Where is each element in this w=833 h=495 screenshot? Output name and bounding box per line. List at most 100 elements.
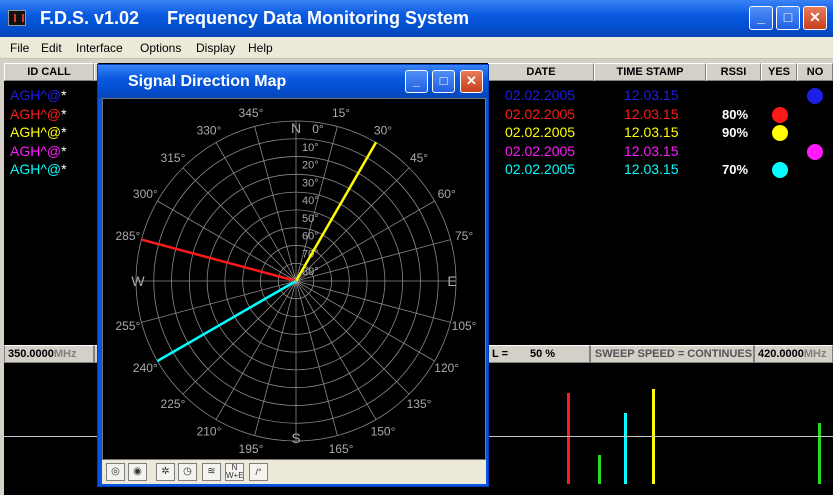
window-title: Frequency Data Monitoring System — [167, 8, 470, 28]
status-dot — [772, 125, 788, 141]
freq-end-unit: MHz — [803, 348, 827, 360]
spectrum-bar — [598, 455, 601, 484]
clock-icon[interactable]: ◷ — [178, 463, 197, 481]
close-button[interactable]: ✕ — [803, 6, 827, 30]
id-call-suffix: * — [61, 142, 67, 159]
row-rssi: 80% — [722, 106, 749, 122]
level-value: 50 % — [530, 348, 556, 360]
spoke-line — [254, 126, 297, 282]
spectrum-bar — [818, 423, 821, 484]
row-rssi: 90% — [722, 125, 749, 140]
sweep-speed[interactable]: SWEEP SPEED = CONTINUES — [590, 345, 754, 363]
id-call-text: AGH^@ — [10, 87, 62, 103]
popup-close-button[interactable]: ✕ — [460, 70, 483, 93]
angle-label: 330° — [197, 123, 222, 137]
polar-map-area[interactable]: 10°20°30°40°50°60°70°80°0°15°30°45°60°75… — [102, 98, 486, 460]
level-field: L = 50 % — [488, 345, 590, 363]
popup-maximize-button[interactable]: □ — [432, 70, 455, 93]
angle-label: 255° — [116, 319, 141, 333]
spoke-line — [254, 280, 297, 436]
ring-label: 10° — [302, 142, 319, 154]
popup-minimize-button[interactable]: _ — [405, 70, 428, 93]
id-call-text: AGH^@ — [10, 105, 62, 122]
freq-start-unit: MHz — [53, 348, 77, 360]
row-time: 12.03.15 — [624, 124, 679, 140]
main-title-bar[interactable]: F.D.S. v1.02 Frequency Data Monitoring S… — [0, 0, 833, 37]
angle-label: 300° — [133, 187, 158, 201]
compass-letter: N — [291, 120, 301, 136]
col-header-rssi[interactable]: RSSI — [706, 63, 761, 81]
angle-label: 285° — [116, 229, 141, 243]
target-icon[interactable]: ◎ — [106, 463, 125, 481]
col-header-yes[interactable]: YES — [761, 63, 797, 81]
id-call-text: AGH^@ — [10, 124, 62, 140]
menu-file[interactable]: File — [10, 41, 29, 55]
freq-start-value: 350.0000 — [8, 348, 54, 360]
angle-label: 135° — [407, 397, 432, 411]
angle-label: 15° — [332, 106, 350, 120]
row-time: 12.03.15 — [624, 142, 679, 159]
col-header-id-call[interactable]: ID CALL — [4, 63, 94, 81]
menu-help[interactable]: Help — [248, 41, 273, 55]
row-id-call: AGH^@* — [10, 124, 67, 140]
row-id-call: AGH^@* — [10, 106, 67, 122]
maximize-button[interactable]: □ — [776, 6, 800, 30]
angle-label: 345° — [239, 106, 264, 120]
spoke-line — [295, 280, 451, 323]
ring-label: 60° — [302, 231, 319, 243]
menu-display[interactable]: Display — [196, 41, 235, 55]
row-id-call: AGH^@* — [10, 87, 67, 103]
angle-label: 165° — [329, 442, 354, 456]
menu-options[interactable]: Options — [140, 41, 181, 55]
row-date: 02.02.2005 — [505, 161, 576, 177]
angle-label: 0° — [312, 122, 324, 136]
degree-icon[interactable]: /° — [249, 463, 268, 481]
nwse-icon[interactable]: N W+E — [225, 463, 244, 481]
row-date: 02.02.2005 — [505, 142, 576, 159]
menu-interface[interactable]: Interface — [76, 41, 123, 55]
spoke-line — [295, 280, 338, 436]
spoke-line — [182, 167, 297, 282]
polar-chart[interactable]: 10°20°30°40°50°60°70°80°0°15°30°45°60°75… — [103, 99, 485, 459]
spoke-line — [141, 280, 297, 323]
spoke-line — [295, 239, 451, 282]
angle-label: 195° — [239, 442, 264, 456]
compass-letter: S — [291, 430, 300, 446]
status-dot — [772, 106, 788, 123]
col-header-date[interactable]: DATE — [488, 63, 594, 81]
spectrum-bar — [567, 393, 570, 484]
angle-label: 60° — [438, 187, 456, 201]
angle-label: 105° — [452, 319, 477, 333]
bearing-line — [141, 238, 297, 283]
compass-icon[interactable]: ✲ — [156, 463, 175, 481]
angle-label: 120° — [434, 361, 459, 375]
compass-letter: E — [447, 273, 456, 289]
col-header-no[interactable]: NO — [797, 63, 833, 81]
id-call-suffix: * — [61, 105, 67, 122]
id-call-suffix: * — [61, 124, 67, 140]
row-date: 02.02.2005 — [505, 105, 576, 122]
row-time: 12.03.15 — [624, 161, 679, 177]
status-dot — [807, 88, 823, 104]
freq-end-field[interactable]: 420.0000MHz — [754, 345, 833, 363]
row-rssi: 70% — [722, 162, 749, 177]
menu-bar: File Edit Interface Options Display Help — [0, 37, 833, 59]
freq-start-field[interactable]: 350.0000MHz — [4, 345, 94, 363]
radar-icon[interactable]: ◉ — [128, 463, 147, 481]
row-id-call: AGH^@* — [10, 143, 67, 159]
menu-edit[interactable]: Edit — [41, 41, 62, 55]
spoke-line — [295, 280, 410, 395]
angle-label: 30° — [374, 123, 392, 137]
ring-label: 30° — [302, 177, 319, 189]
popup-title-bar[interactable]: Signal Direction Map _ □ ✕ — [98, 65, 488, 98]
id-call-suffix: * — [61, 87, 67, 103]
minimize-button[interactable]: _ — [749, 6, 773, 30]
compass-letter: W — [131, 273, 145, 289]
status-dot — [772, 162, 788, 178]
row-date: 02.02.2005 — [505, 87, 576, 103]
ring-label: 20° — [302, 160, 319, 172]
col-header-time-stamp[interactable]: TIME STAMP — [594, 63, 706, 81]
app-name: F.D.S. v1.02 — [40, 8, 140, 28]
row-time: 12.03.15 — [624, 87, 679, 103]
signal-icon[interactable]: ≋ — [202, 463, 221, 481]
